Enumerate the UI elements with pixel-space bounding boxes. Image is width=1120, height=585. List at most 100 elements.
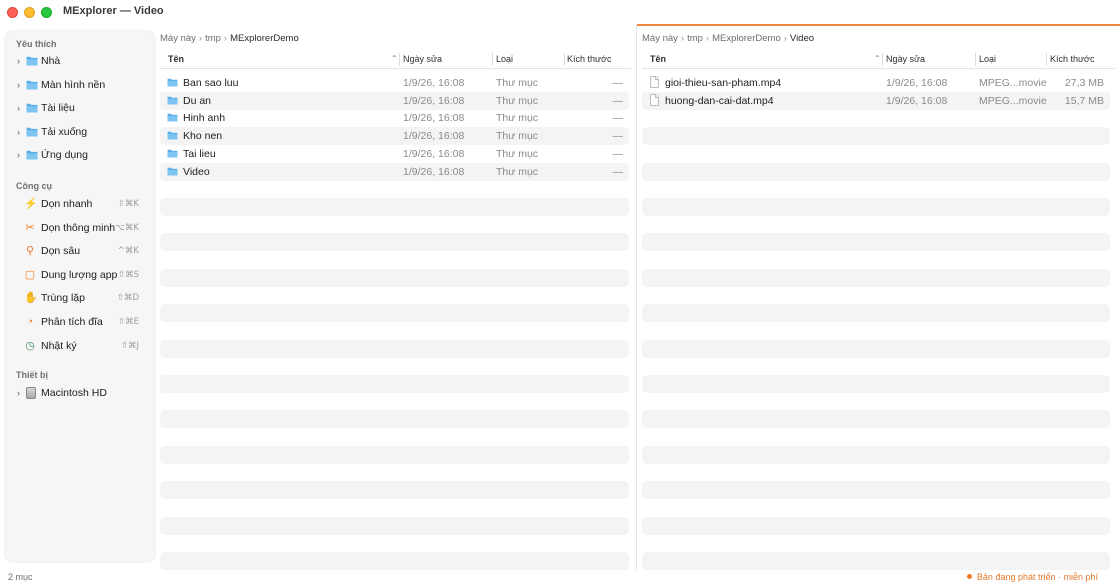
sidebar-item-tool[interactable]: ▢ Dung lượng app ⇧⌘S — [5, 265, 155, 285]
sort-ascending-icon: ⌃ — [391, 54, 398, 63]
title-bar: MExplorer — Video — [0, 0, 1120, 24]
keyboard-shortcut: ⇧⌘D — [116, 293, 139, 304]
chevron-right-icon[interactable]: › — [17, 388, 25, 398]
cell-date: 1/9/26, 16:08 — [403, 77, 465, 89]
sidebar-item-favorite[interactable]: › Màn hình nền — [5, 75, 155, 95]
table-row[interactable]: Du an 1/9/26, 16:08 Thư mục — — [160, 91, 629, 110]
magnifier-icon: ⚲ — [25, 245, 35, 258]
breadcrumb-item[interactable]: Video — [790, 33, 814, 44]
folder-icon — [167, 78, 178, 87]
empty-row-stripe — [642, 233, 1110, 252]
breadcrumb-item[interactable]: tmp — [205, 33, 221, 44]
sidebar-item-label: Nhà — [41, 55, 61, 67]
sidebar-item-label: Tài liệu — [41, 102, 75, 114]
chevron-right-icon[interactable]: › — [17, 127, 25, 137]
sidebar-item-device[interactable]: › Macintosh HD — [5, 383, 155, 403]
keyboard-shortcut: ^⌘K — [117, 246, 139, 257]
empty-row-stripe — [160, 481, 629, 500]
table-row[interactable]: gioi-thieu-san-pham.mp4 1/9/26, 16:08 MPEG… — [642, 74, 1110, 92]
sidebar-item-label: Trùng lặp — [41, 292, 85, 305]
folder-icon — [167, 149, 178, 158]
right-pane: Máy này › tmp › MExplorerDemo › Video Tên ⌃ Ng… — [637, 24, 1120, 570]
column-date-header[interactable]: Ngày sửa — [403, 54, 442, 64]
breadcrumb-separator-icon: › — [223, 33, 228, 44]
close-window-button[interactable] — [7, 7, 18, 18]
item-count: 2 mục — [8, 572, 33, 582]
column-name-header[interactable]: Tên — [650, 54, 666, 64]
sidebar-item-favorite[interactable]: › Nhà — [5, 51, 155, 71]
cell-kind: Thư mục — [496, 147, 539, 160]
sidebar-item-tool[interactable]: ⚡ Dọn nhanh ⇧⌘K — [5, 194, 155, 214]
cell-date: 1/9/26, 16:08 — [403, 147, 465, 160]
column-header: Tên ⌃ Ngày sửa Loại Kích thước — [642, 51, 1115, 69]
video-file-icon — [650, 76, 659, 88]
column-divider — [975, 53, 976, 66]
cell-kind: MPEG...movie — [979, 77, 1047, 89]
sidebar-item-label: Ứng dụng — [41, 149, 88, 161]
empty-row-stripe — [160, 339, 629, 358]
table-row[interactable]: Kho nen 1/9/26, 16:08 Thư mục — — [160, 127, 629, 146]
table-row[interactable]: Video 1/9/26, 16:08 Thư mục — — [160, 162, 629, 181]
sidebar-item-label: Dọn sâu — [41, 245, 81, 258]
minimize-window-button[interactable] — [24, 7, 35, 18]
cell-name: Hinh anh — [183, 112, 226, 125]
breadcrumb-item[interactable]: Máy này — [160, 33, 196, 44]
column-kind-header[interactable]: Loại — [496, 54, 513, 64]
column-size-header[interactable]: Kích thước — [567, 54, 611, 64]
breadcrumb-item[interactable]: Máy này — [642, 33, 678, 44]
disk-analysis-icon: ◔ — [26, 316, 34, 328]
empty-row-stripe — [642, 374, 1110, 393]
empty-row-stripe — [642, 516, 1110, 535]
sidebar-item-tool[interactable]: ⚲ Dọn sâu ^⌘K — [5, 241, 155, 261]
folder-desktop-icon — [26, 80, 38, 90]
cell-date: 1/9/26, 16:08 — [403, 112, 465, 125]
keyboard-shortcut: ⇧⌘S — [117, 269, 139, 280]
sidebar-item-tool[interactable]: ◷ Nhật ký ⇧⌘J — [5, 336, 155, 356]
empty-row-stripe — [642, 481, 1110, 500]
sidebar: Yêu thích › Nhà › Màn hình nền › Tài liệu › Tải… — [5, 31, 155, 562]
column-name-header[interactable]: Tên — [168, 54, 184, 64]
sidebar-item-tool[interactable]: ✋ Trùng lặp ⇧⌘D — [5, 288, 155, 308]
breadcrumb-item[interactable]: tmp — [687, 33, 703, 44]
empty-row-stripe — [642, 127, 1110, 146]
cell-date: 1/9/26, 16:08 — [403, 165, 465, 178]
column-date-header[interactable]: Ngày sửa — [886, 54, 925, 64]
cell-size: — — [612, 77, 624, 89]
sidebar-item-favorite[interactable]: › Ứng dụng — [5, 145, 155, 165]
column-size-header[interactable]: Kích thước — [1050, 54, 1094, 64]
table-row[interactable]: Tai lieu 1/9/26, 16:08 Thư mục — — [160, 145, 629, 163]
chevron-right-icon[interactable]: › — [17, 56, 25, 66]
sidebar-item-favorite[interactable]: › Tài liệu — [5, 98, 155, 118]
cell-kind: Thư mục — [496, 165, 539, 178]
empty-row-stripe — [642, 339, 1110, 358]
cell-size: 27,3 MB — [1064, 77, 1104, 89]
zoom-window-button[interactable] — [41, 7, 52, 18]
chevron-right-icon[interactable]: › — [17, 103, 25, 113]
empty-row-stripe — [160, 551, 629, 570]
sidebar-item-label: Dọn nhanh — [41, 198, 93, 210]
column-divider — [882, 53, 883, 66]
cell-size: — — [612, 112, 624, 125]
empty-row-stripe — [160, 410, 629, 429]
sidebar-item-tool[interactable]: ◔ Phân tích đĩa ⇧⌘E — [5, 312, 155, 332]
table-row[interactable]: huong-dan-cai-dat.mp4 1/9/26, 16:08 MPEG..… — [642, 91, 1110, 110]
breadcrumb-separator-icon: › — [783, 33, 787, 44]
column-kind-header[interactable]: Loại — [979, 54, 996, 64]
breadcrumb-item[interactable]: MExplorerDemo — [230, 33, 299, 44]
table-row[interactable]: Ban sao luu 1/9/26, 16:08 Thư mục — — [160, 74, 629, 92]
duplicate-icon: ✋ — [24, 292, 38, 305]
empty-row-stripe — [160, 445, 629, 464]
sidebar-section-tools: Công cụ — [16, 181, 52, 191]
empty-row-stripe — [642, 304, 1110, 323]
breadcrumb-item[interactable]: MExplorerDemo — [712, 33, 781, 44]
chevron-right-icon[interactable]: › — [17, 80, 25, 90]
column-header: Tên ⌃ Ngày sửa Loại Kích thước — [160, 51, 631, 69]
column-divider — [564, 53, 565, 66]
sidebar-item-label: Phân tích đĩa — [41, 316, 103, 328]
folder-icon — [167, 167, 178, 176]
sidebar-item-favorite[interactable]: › Tải xuống — [5, 122, 155, 142]
chevron-right-icon[interactable]: › — [17, 150, 25, 160]
table-row[interactable]: Hinh anh 1/9/26, 16:08 Thư mục — — [160, 109, 629, 127]
breadcrumb-separator-icon: › — [198, 33, 203, 44]
sidebar-item-tool[interactable]: ✂ Dọn thông minh ⌥⌘K — [5, 218, 155, 238]
